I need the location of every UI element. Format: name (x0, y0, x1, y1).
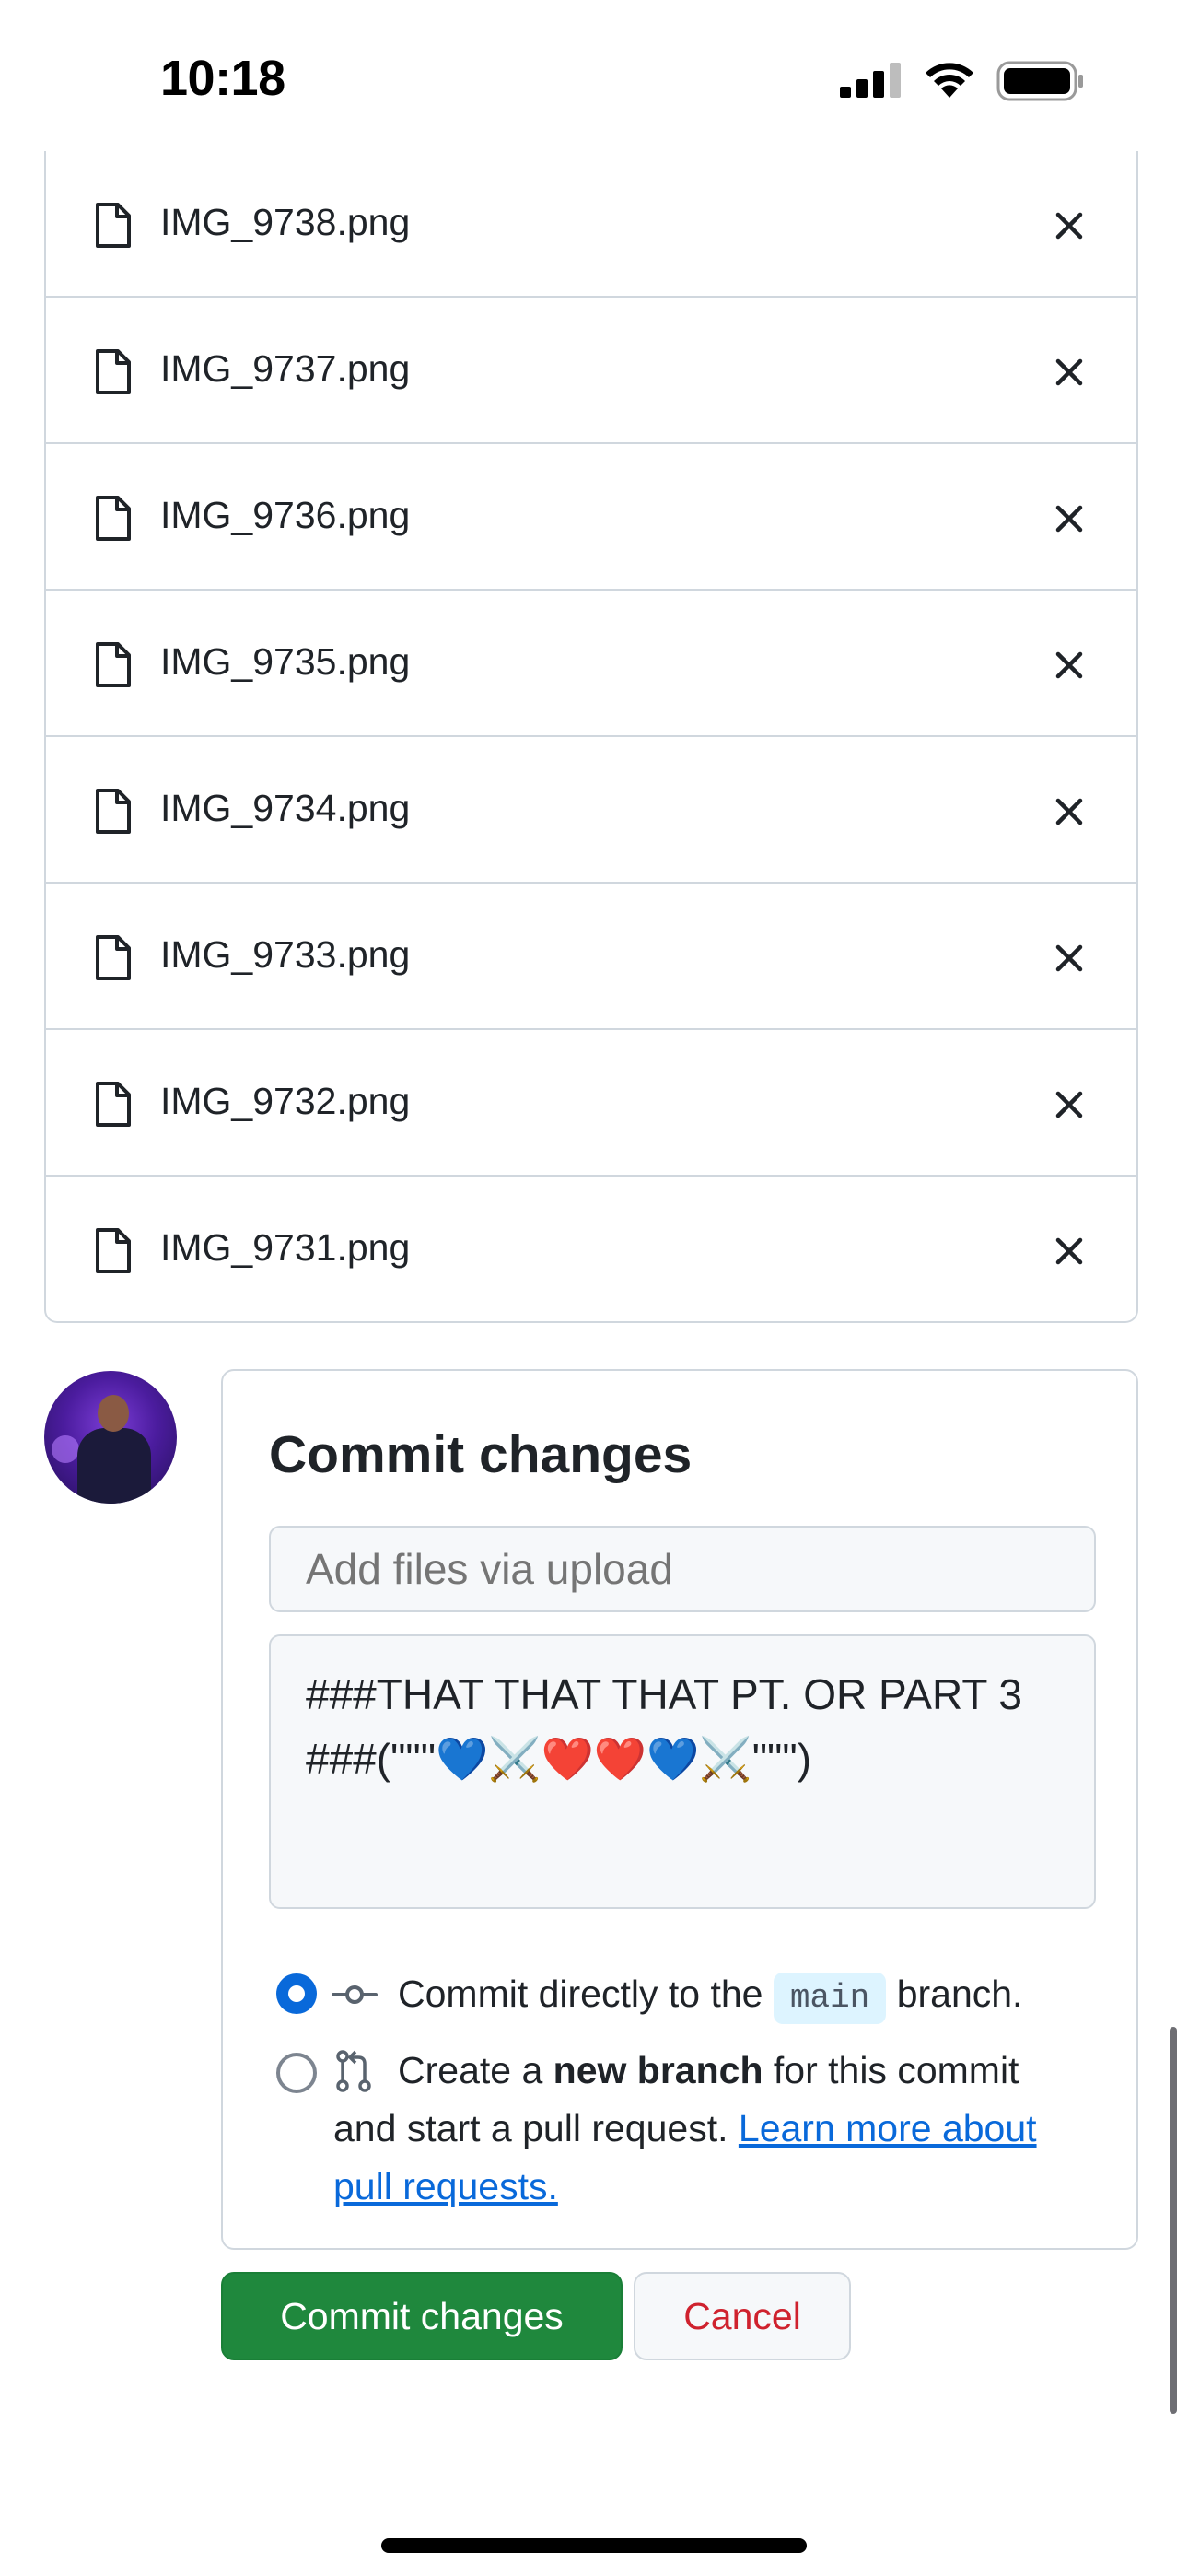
commit-panel: Commit changes ###THAT THAT THAT PT. OR … (221, 1369, 1138, 2250)
file-icon (96, 1082, 131, 1127)
file-icon (96, 642, 131, 687)
avatar-body (77, 1428, 151, 1504)
file-name: IMG_9737.png (160, 347, 411, 390)
radio-commit-direct[interactable] (276, 1973, 317, 2014)
avatar-head (98, 1395, 129, 1432)
commit-description-textarea[interactable]: ###THAT THAT THAT PT. OR PART 3 ###("""💙… (269, 1634, 1096, 1909)
close-icon (1055, 1091, 1083, 1118)
description-line-2: ###("""💙⚔️❤️❤️💙⚔️""") (306, 1735, 812, 1783)
radio-new-branch[interactable] (276, 2053, 317, 2093)
file-row: IMG_9737.png (46, 298, 1136, 444)
pull-requests-link[interactable]: pull requests. (333, 2165, 558, 2207)
file-name: IMG_9735.png (160, 640, 411, 683)
close-icon (1055, 358, 1083, 386)
option-new-branch-line3: pull requests. (333, 2158, 558, 2216)
branch-name-badge: main (773, 1973, 887, 2024)
file-name: IMG_9731.png (160, 1226, 411, 1269)
remove-file-button[interactable] (1046, 203, 1092, 249)
commit-title: Commit changes (269, 1425, 693, 1484)
option-new-branch-bold: new branch (553, 2049, 763, 2091)
description-line-1: ###THAT THAT THAT PT. OR PART 3 (306, 1670, 1022, 1718)
file-name: IMG_9738.png (160, 201, 411, 243)
option-direct-suffix: branch. (896, 1973, 1023, 2015)
file-icon (96, 935, 131, 980)
close-icon (1055, 212, 1083, 240)
remove-file-button[interactable] (1046, 642, 1092, 688)
file-row: IMG_9736.png (46, 444, 1136, 591)
remove-file-button[interactable] (1046, 789, 1092, 835)
commit-summary-input[interactable] (269, 1526, 1096, 1612)
cancel-button[interactable]: Cancel (634, 2272, 851, 2360)
option-new-branch-post: for this commit (773, 2049, 1019, 2091)
close-icon (1055, 944, 1083, 972)
file-row: IMG_9734.png (46, 737, 1136, 884)
file-name: IMG_9736.png (160, 494, 411, 536)
file-icon (96, 1228, 131, 1273)
file-icon (96, 203, 131, 248)
remove-file-button[interactable] (1046, 935, 1092, 981)
git-pull-request-icon (336, 2050, 371, 2092)
git-commit-icon (332, 1985, 378, 2004)
home-indicator[interactable] (381, 2538, 807, 2553)
option-direct-label: Commit directly to the main branch. (398, 1965, 1022, 2024)
close-icon (1055, 1237, 1083, 1265)
status-time: 10:18 (160, 51, 285, 106)
file-row: IMG_9735.png (46, 591, 1136, 737)
file-name: IMG_9732.png (160, 1080, 411, 1122)
remove-file-button[interactable] (1046, 349, 1092, 395)
battery-icon (996, 61, 1083, 101)
file-name: IMG_9734.png (160, 787, 411, 829)
uploaded-files-list: IMG_9738.png IMG_9737.png IMG_9736.png I… (44, 151, 1138, 1323)
option-new-branch-line2: and start a pull request. Learn more abo… (333, 2100, 1037, 2158)
scrollbar[interactable] (1170, 2027, 1177, 2414)
file-row: IMG_9738.png (46, 151, 1136, 298)
cellular-signal-icon (840, 63, 901, 98)
commit-changes-button[interactable]: Commit changes (221, 2272, 623, 2360)
file-row: IMG_9732.png (46, 1030, 1136, 1177)
user-avatar[interactable] (44, 1371, 177, 1504)
remove-file-button[interactable] (1046, 1228, 1092, 1274)
remove-file-button[interactable] (1046, 1082, 1092, 1128)
file-row: IMG_9731.png (46, 1177, 1136, 1321)
file-icon (96, 789, 131, 834)
status-bar: 10:18 (0, 0, 1188, 166)
close-icon (1055, 505, 1083, 533)
file-name: IMG_9733.png (160, 933, 411, 976)
file-icon (96, 349, 131, 394)
file-row: IMG_9733.png (46, 884, 1136, 1030)
learn-more-link[interactable]: Learn more about (739, 2107, 1037, 2149)
remove-file-button[interactable] (1046, 496, 1092, 542)
option-direct-prefix: Commit directly to the (398, 1973, 763, 2015)
option-new-branch-pre: Create a (398, 2049, 543, 2091)
wifi-icon (926, 63, 973, 98)
file-icon (96, 496, 131, 541)
option-new-branch-text: and start a pull request. (333, 2107, 728, 2149)
close-icon (1055, 798, 1083, 825)
option-new-branch-line1: Create a new branch for this commit (398, 2042, 1019, 2100)
avatar-light (52, 1435, 79, 1463)
close-icon (1055, 651, 1083, 679)
